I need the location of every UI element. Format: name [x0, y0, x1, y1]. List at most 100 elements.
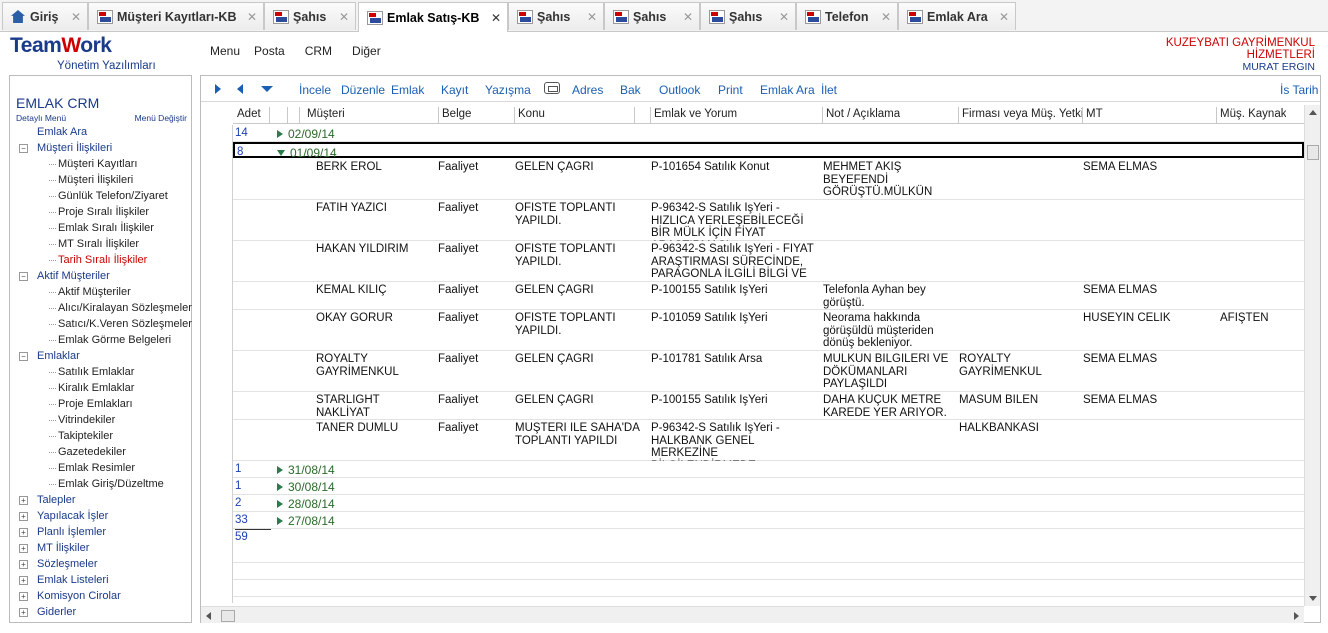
sidebar-item[interactable]: Proje Emlakları [10, 396, 191, 412]
print-button[interactable]: Print [718, 83, 743, 97]
expand-icon[interactable]: + [19, 592, 28, 601]
expand-icon[interactable] [277, 466, 283, 474]
sidebar-item[interactable]: + Emlak Listeleri [10, 572, 191, 588]
kayit-button[interactable]: Kayıt [441, 83, 468, 97]
table-row[interactable]: BERK EROL Faaliyet GELEN ÇAĞRI P-101654 Sat… [233, 159, 1304, 200]
detailed-menu-link[interactable]: Detaylı Menü [16, 113, 66, 123]
close-icon[interactable]: ✕ [71, 10, 81, 24]
ilet-button[interactable]: İlet [821, 83, 837, 97]
outlook-button[interactable]: Outlook [659, 83, 700, 97]
tab-4[interactable]: Emlak Satış-KB ✕ [358, 2, 508, 32]
table-row[interactable]: KEMAL KILIÇ Faaliyet GELEN ÇAĞRI P-100155 S… [233, 282, 1304, 310]
tab-3[interactable]: Şahıs ✕ [264, 2, 356, 30]
close-icon[interactable]: ✕ [339, 10, 349, 24]
sidebar-item[interactable]: Emlak Ara [10, 124, 191, 140]
collapse-icon[interactable] [277, 150, 285, 156]
sidebar-item[interactable]: Emlak Sıralı İlişkiler [10, 220, 191, 236]
back-icon[interactable] [237, 84, 243, 94]
close-icon[interactable]: ✕ [587, 10, 597, 24]
sidebar-item[interactable]: + Yapılacak İşler [10, 508, 191, 524]
tab-2[interactable]: Müşteri Kayıtları-KB ✕ [88, 2, 264, 30]
menu-posta[interactable]: Posta [254, 44, 285, 58]
incele-button[interactable]: İncele [299, 83, 331, 97]
horizontal-scrollbar[interactable] [201, 606, 1304, 623]
close-icon[interactable]: ✕ [247, 10, 257, 24]
group-row[interactable]: 33 27/08/14 [233, 512, 1304, 529]
sidebar-item[interactable]: Satılık Emlaklar [10, 364, 191, 380]
sidebar-item[interactable]: Aktif Müşteriler [10, 284, 191, 300]
sidebar-item[interactable]: Müşteri Kayıtları [10, 156, 191, 172]
expand-icon[interactable]: + [19, 608, 28, 617]
tab-5[interactable]: Şahıs ✕ [508, 2, 604, 30]
sidebar-item[interactable]: Günlük Telefon/Ziyaret [10, 188, 191, 204]
sidebar-item[interactable]: − Aktif Müşteriler [10, 268, 191, 284]
expand-icon[interactable]: + [19, 512, 28, 521]
sidebar-item[interactable]: Müşteri İlişkileri [10, 172, 191, 188]
phone-icon[interactable] [544, 82, 560, 94]
expand-icon[interactable] [277, 517, 283, 525]
sidebar-item[interactable]: + MT İlişkiler [10, 540, 191, 556]
scroll-thumb[interactable] [1307, 145, 1319, 160]
column-header[interactable]: Müşteri [307, 108, 345, 120]
collapse-icon[interactable]: − [19, 272, 28, 281]
menu-crm[interactable]: CRM [305, 44, 332, 58]
tab-6[interactable]: Şahıs ✕ [604, 2, 700, 30]
collapse-icon[interactable]: − [19, 352, 28, 361]
sidebar-item[interactable]: MT Sıralı İlişkiler [10, 236, 191, 252]
group-row[interactable]: 8 01/09/14 [233, 142, 1304, 160]
sidebar-item[interactable]: Satıcı/K.Veren Sözleşmeler [10, 316, 192, 332]
duzenle-button[interactable]: Düzenle [341, 83, 385, 97]
column-header[interactable]: Adet [237, 108, 261, 120]
column-header[interactable]: Firması veya Müş. Yetkilisi [962, 108, 1084, 120]
expand-icon[interactable]: + [19, 576, 28, 585]
column-header[interactable]: Konu [518, 108, 545, 120]
sidebar-item[interactable]: Emlak Görme Belgeleri [10, 332, 191, 348]
play-icon[interactable] [215, 84, 221, 94]
tab-7[interactable]: Şahıs ✕ [700, 2, 796, 30]
expand-icon[interactable]: + [19, 560, 28, 569]
menu-diger[interactable]: Diğer [352, 44, 381, 58]
expand-icon[interactable]: + [19, 544, 28, 553]
expand-icon[interactable] [277, 130, 283, 138]
hscroll-thumb[interactable] [221, 610, 235, 622]
tab-8[interactable]: Telefon ✕ [796, 2, 898, 30]
close-icon[interactable]: ✕ [683, 10, 693, 24]
scroll-right-icon[interactable] [1294, 612, 1299, 620]
close-icon[interactable]: ✕ [999, 10, 1009, 24]
sidebar-item[interactable]: Gazetedekiler [10, 444, 191, 460]
tab-1[interactable]: Giriş ✕ [2, 2, 88, 30]
table-row[interactable]: OKAY GÖRÜR Faaliyet OFİSTE TOPLANTI YAPILD… [233, 310, 1304, 351]
column-header[interactable]: Müş. Kaynak [1220, 108, 1286, 120]
column-header[interactable]: MT [1086, 108, 1103, 120]
sidebar-item[interactable]: + Sözleşmeler [10, 556, 191, 572]
expand-icon[interactable]: + [19, 528, 28, 537]
sidebar-item[interactable]: + Giderler [10, 604, 191, 620]
column-header[interactable]: Emlak ve Yorum [654, 108, 737, 120]
table-row[interactable]: TANER DUMLU Faaliyet MÜŞTERİ İLE SAHA'DA T… [233, 420, 1304, 461]
close-icon[interactable]: ✕ [881, 10, 891, 24]
sidebar-item[interactable]: Emlak Resimler [10, 460, 191, 476]
close-icon[interactable]: ✕ [779, 10, 789, 24]
scroll-left-icon[interactable] [206, 612, 211, 620]
sidebar-item[interactable]: Vitrindekiler [10, 412, 191, 428]
sidebar-item[interactable]: + Planlı İşlemler [10, 524, 191, 540]
dropdown-icon[interactable] [261, 86, 273, 92]
bak-button[interactable]: Bak [620, 83, 641, 97]
vertical-scrollbar[interactable] [1304, 105, 1320, 606]
emlak-ara-button[interactable]: Emlak Ara [760, 83, 815, 97]
adres-button[interactable]: Adres [572, 83, 603, 97]
expand-icon[interactable] [277, 483, 283, 491]
group-row[interactable]: 14 02/09/14 [233, 125, 1304, 142]
group-row[interactable]: 1 30/08/14 [233, 478, 1304, 495]
scroll-down-icon[interactable] [1309, 596, 1317, 601]
sidebar-item[interactable]: Alıcı/Kiralayan Sözleşmeler [10, 300, 192, 316]
collapse-icon[interactable]: − [19, 144, 28, 153]
table-row[interactable]: ROYALTY GAYRİMENKUL Faaliyet GELEN ÇAĞRI P-… [233, 351, 1304, 392]
expand-icon[interactable]: + [19, 496, 28, 505]
column-header[interactable]: Belge [442, 108, 471, 120]
is-tarih-button[interactable]: İs Tarih [1280, 83, 1318, 97]
column-header[interactable]: Not / Açıklama [826, 108, 900, 120]
sidebar-item[interactable]: − Müşteri İlişkileri [10, 140, 191, 156]
yazisma-button[interactable]: Yazışma [485, 83, 531, 97]
sidebar-item[interactable]: + Komisyon Cirolar [10, 588, 191, 604]
